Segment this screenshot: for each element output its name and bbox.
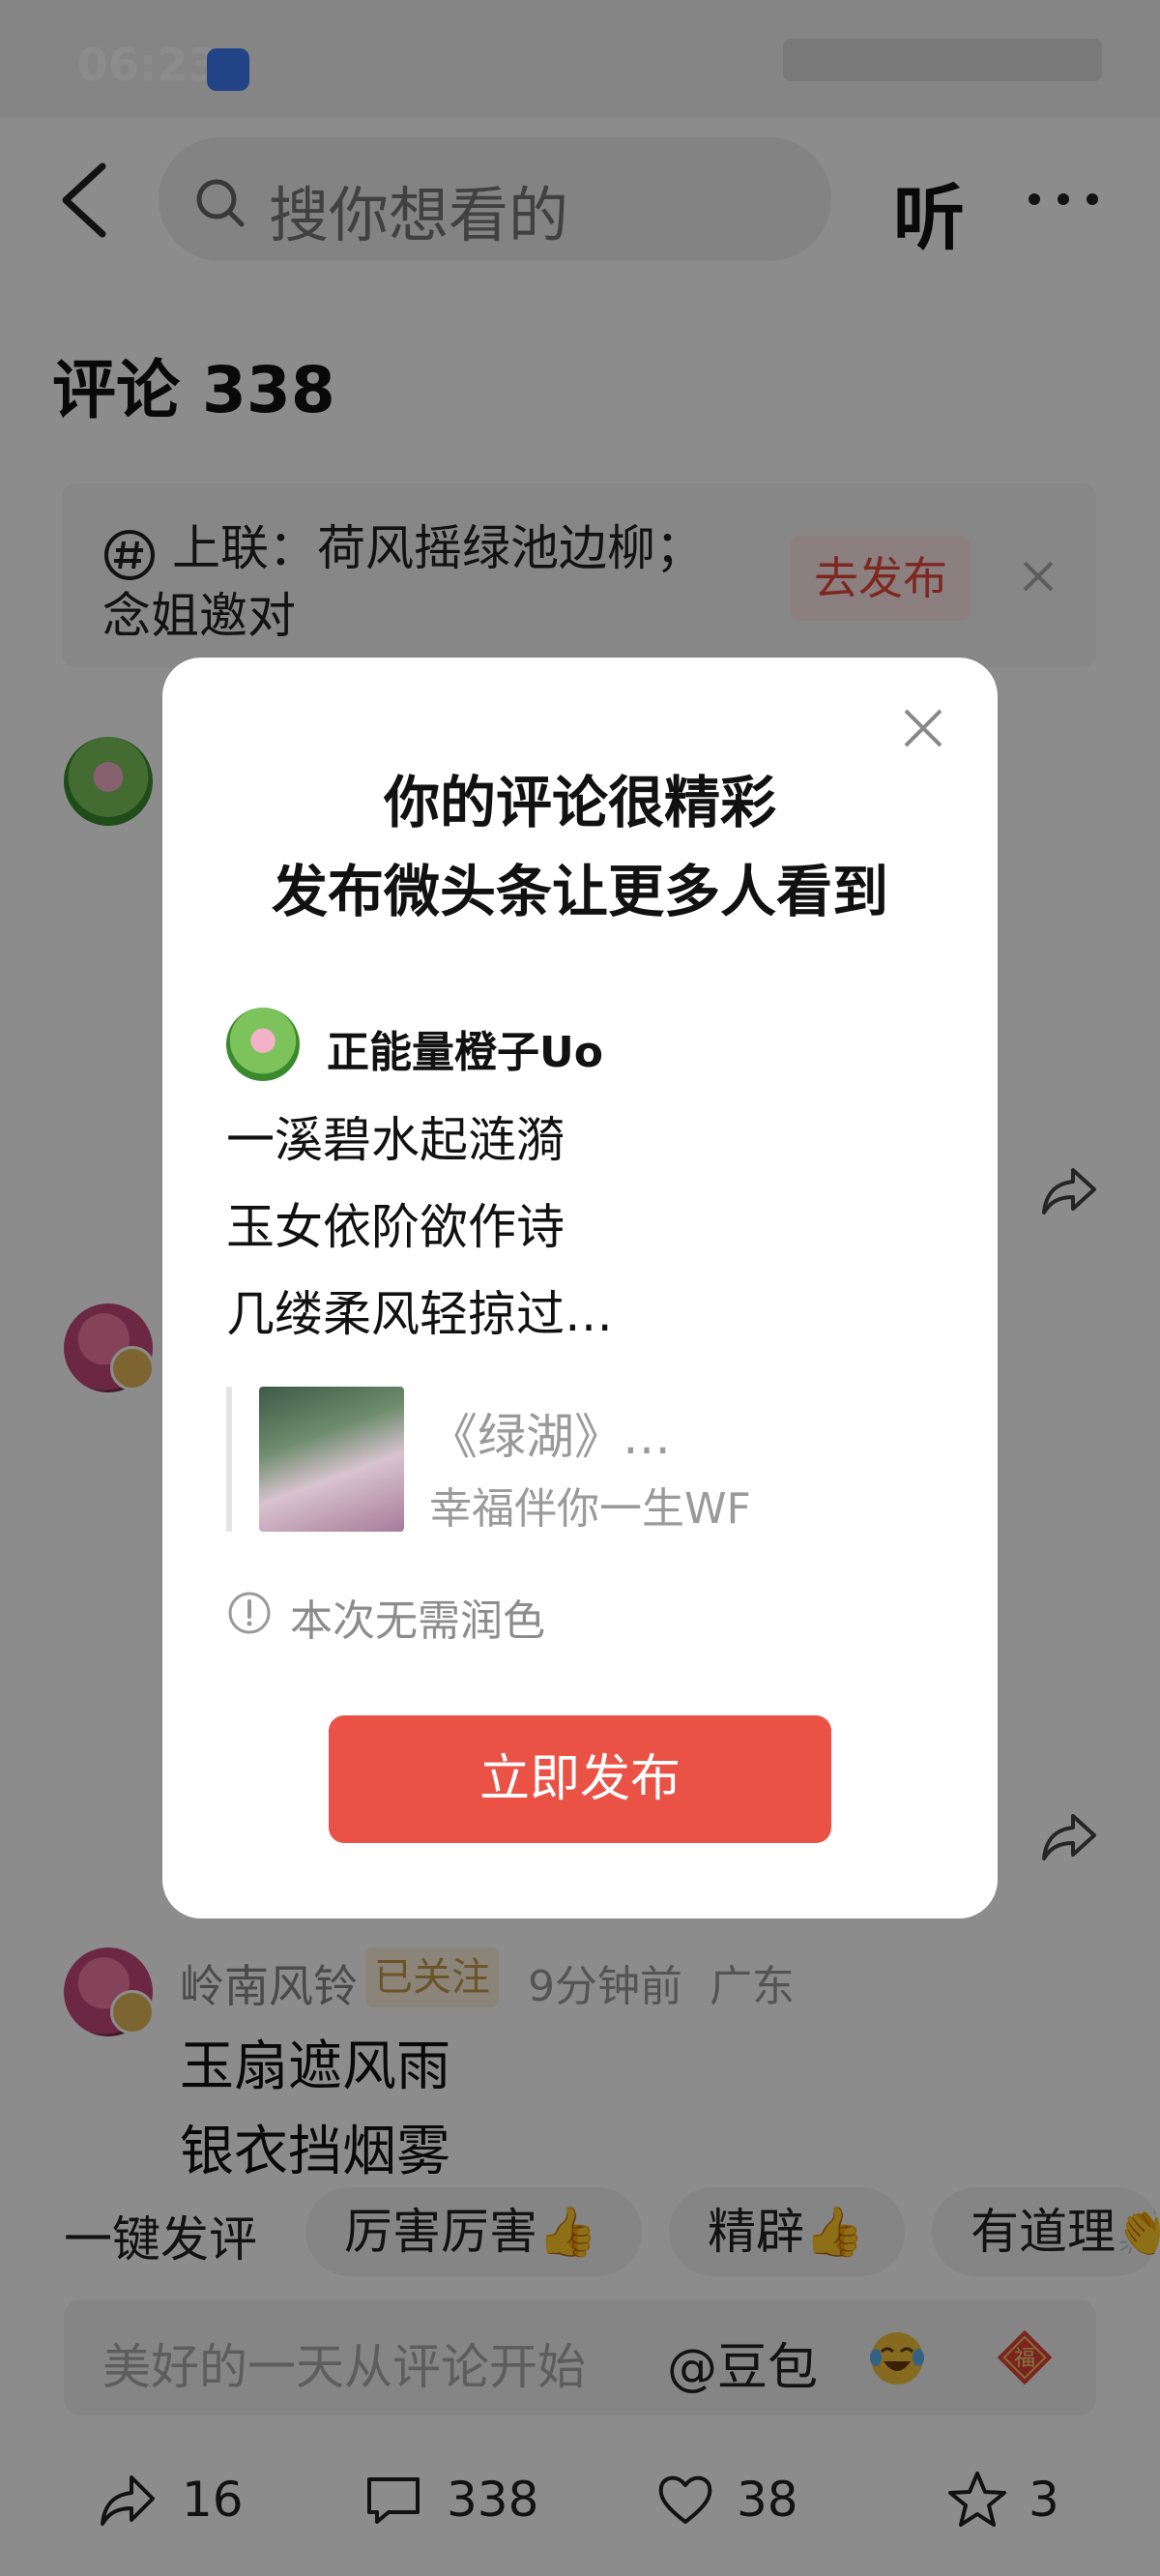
modal-comment-line: 一溪碧水起涟漪 — [226, 1112, 565, 1168]
modal-comment-line: 玉女依阶欲作诗 — [226, 1199, 565, 1255]
modal-comment-text: 一溪碧水起涟漪 玉女依阶欲作诗 几缕柔风轻掠过… — [226, 1097, 613, 1358]
modal-title-line: 发布微头条让更多人看到 — [271, 859, 888, 924]
quoted-post-author: 幸福伴你一生WF — [429, 1484, 751, 1534]
avatar — [226, 1008, 300, 1081]
modal-username: 正能量橙子Uo — [327, 1028, 603, 1077]
quote-divider — [226, 1387, 232, 1532]
publish-now-button[interactable]: 立即发布 — [329, 1715, 831, 1843]
polish-note: 本次无需润色 — [290, 1596, 545, 1646]
info-icon — [228, 1592, 271, 1634]
modal-title: 你的评论很精彩 发布微头条让更多人看到 — [162, 758, 998, 936]
quoted-post-thumbnail — [259, 1387, 404, 1532]
quoted-post-title: 《绿湖》… — [429, 1409, 671, 1465]
modal-title-line: 你的评论很精彩 — [383, 770, 776, 835]
close-icon[interactable] — [901, 706, 945, 750]
modal-comment-line: 几缕柔风轻掠过… — [226, 1286, 613, 1342]
